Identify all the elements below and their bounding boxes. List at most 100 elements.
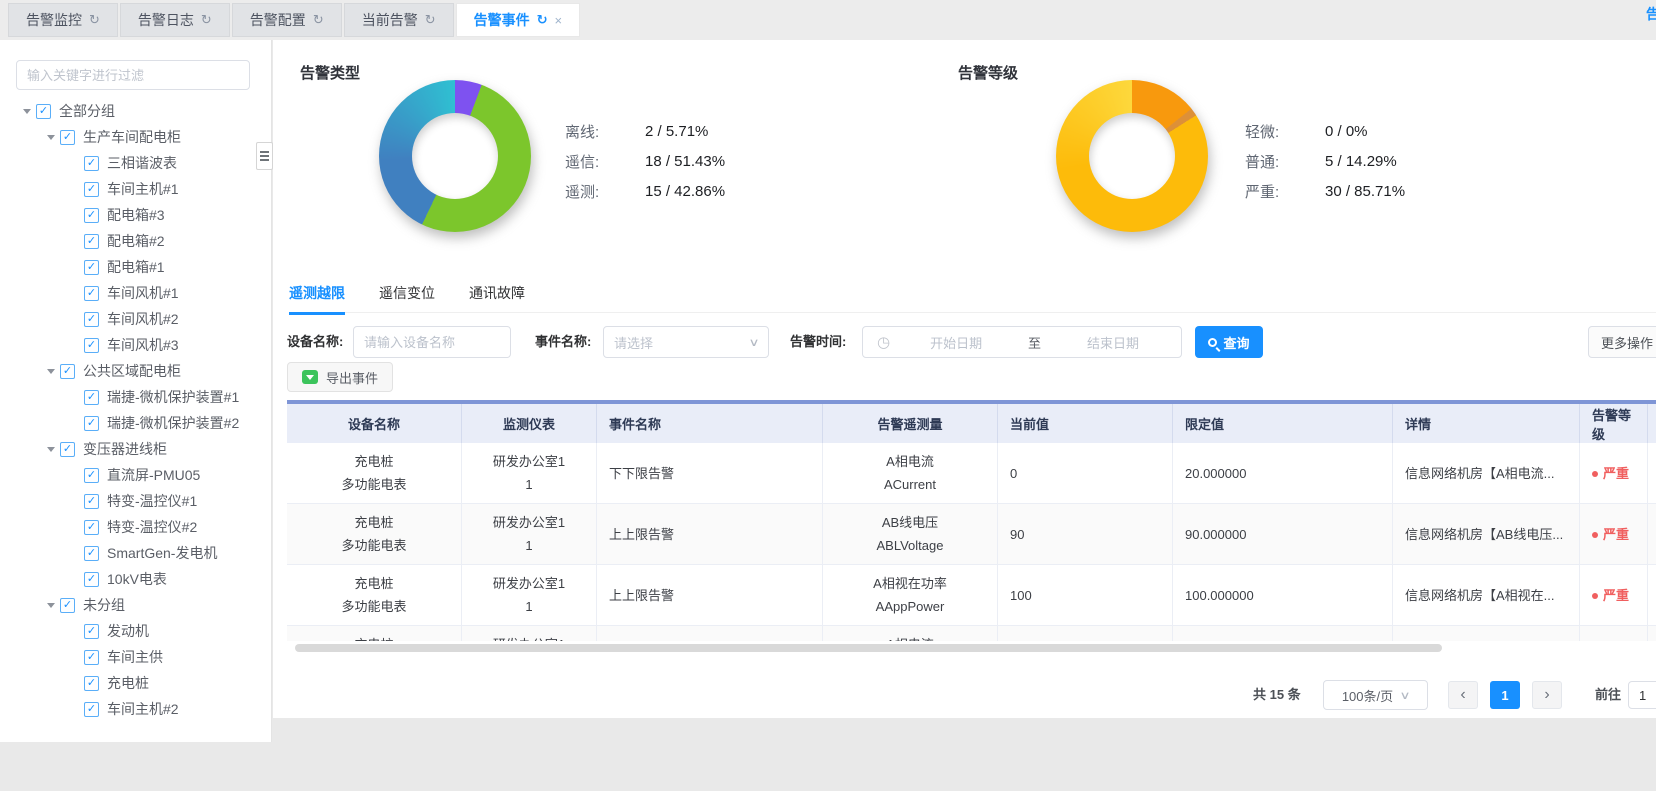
severity-badge: 严重 [1603,588,1629,603]
tree-node[interactable]: 三相谐波表 [0,150,272,176]
tree-node[interactable]: 公共区域配电柜 [0,358,272,384]
table-cell: A相视在功率AAppPower [823,565,998,625]
tree-checkbox[interactable] [84,312,99,327]
tree-node[interactable]: SmartGen-发电机 [0,540,272,566]
tree-node[interactable]: 全部分组 [0,98,272,124]
tree-node[interactable]: 充电桩 [0,670,272,696]
table-cell: 0 [998,626,1173,641]
more-actions-button[interactable]: 更多操作 [1588,326,1656,358]
tree-node-label: 车间主机#2 [107,699,179,719]
tree-node[interactable]: 瑞捷-微机保护装置#2 [0,410,272,436]
tree-checkbox[interactable] [60,364,75,379]
table-cell: 充电桩多功能电表 [287,504,462,564]
legend-label: 轻微: [1245,121,1325,142]
tree-checkbox[interactable] [84,520,99,535]
severity-dot-icon [1592,471,1598,477]
tree-checkbox[interactable] [60,442,75,457]
prev-page-button[interactable]: ‹ [1448,681,1478,709]
tree-node[interactable]: 配电箱#1 [0,254,272,280]
tree-node[interactable]: 车间主供 [0,644,272,670]
refresh-icon[interactable]: ↻ [89,12,100,28]
search-button[interactable]: 查询 [1195,326,1263,358]
event-subtab[interactable]: 遥测越限 [289,283,345,315]
search-icon [1208,338,1217,347]
tree-checkbox[interactable] [84,182,99,197]
refresh-icon[interactable]: ↻ [201,12,212,28]
tree-checkbox[interactable] [84,208,99,223]
tree-checkbox[interactable] [84,650,99,665]
tree-node[interactable]: 特变-温控仪#1 [0,488,272,514]
page-size-select[interactable]: 100条/页 ∨ [1323,680,1428,710]
sidebar-collapse-button[interactable] [256,142,273,170]
tree-checkbox[interactable] [84,624,99,639]
scrollbar-thumb[interactable] [295,644,1442,652]
tree-node[interactable]: 特变-温控仪#2 [0,514,272,540]
next-page-button[interactable]: › [1532,681,1562,709]
tree-checkbox[interactable] [84,416,99,431]
window-tab[interactable]: 告警配置↻ [232,3,342,37]
tree-caret-icon[interactable] [42,599,60,612]
legend-value: 15 / 42.86% [645,183,725,200]
tree-checkbox[interactable] [84,260,99,275]
current-page-button[interactable]: 1 [1490,681,1520,709]
event-subtab[interactable]: 通讯故障 [469,283,525,312]
tree-checkbox[interactable] [84,156,99,171]
device-tree: 全部分组生产车间配电柜三相谐波表车间主机#1配电箱#3配电箱#2配电箱#1车间风… [0,98,272,722]
tree-caret-icon[interactable] [42,365,60,378]
goto-page-input[interactable] [1628,681,1656,709]
tree-caret-icon[interactable] [42,443,60,456]
refresh-icon[interactable]: ↻ [537,12,548,28]
tree-checkbox[interactable] [60,598,75,613]
tree-checkbox[interactable] [84,468,99,483]
tree-checkbox[interactable] [84,286,99,301]
tree-checkbox[interactable] [84,234,99,249]
tree-node[interactable]: 车间风机#1 [0,280,272,306]
date-range-picker[interactable]: ◷ 开始日期 至 结束日期 [862,326,1182,358]
table-cell: 信息网络机房【A相电流... [1393,443,1580,503]
refresh-icon[interactable]: ↻ [313,12,324,28]
tree-node[interactable]: 车间主机#1 [0,176,272,202]
tree-node[interactable]: 发动机 [0,618,272,644]
export-events-button[interactable]: 导出事件 [287,362,393,392]
tree-node-label: 特变-温控仪#2 [107,517,197,537]
window-tab[interactable]: 告警事件↻× [456,3,581,37]
table-cell [1648,626,1656,641]
tree-node[interactable]: 瑞捷-微机保护装置#1 [0,384,272,410]
tree-node[interactable]: 车间风机#3 [0,332,272,358]
tree-caret-icon[interactable] [42,131,60,144]
event-subtab[interactable]: 遥信变位 [379,283,435,312]
tree-node[interactable]: 变压器进线柜 [0,436,272,462]
tree-checkbox[interactable] [84,390,99,405]
tree-checkbox[interactable] [36,104,51,119]
severity-badge: 严重 [1603,466,1629,481]
tree-node-label: 车间风机#3 [107,335,179,355]
tree-checkbox[interactable] [84,546,99,561]
window-tab[interactable]: 告警日志↻ [120,3,230,37]
total-count-label: 共 15 条 [1253,680,1301,710]
tree-node[interactable]: 生产车间配电柜 [0,124,272,150]
severity-cell: 严重 [1580,626,1648,641]
window-tab[interactable]: 当前告警↻ [344,3,454,37]
tree-checkbox[interactable] [84,702,99,717]
donut-hole [1089,113,1175,199]
close-icon[interactable]: × [555,13,563,28]
event-name-select[interactable]: 请选择 ∨ [603,326,769,358]
alarm-level-title: 告警等级 [958,62,1018,83]
tree-checkbox[interactable] [84,494,99,509]
tree-checkbox[interactable] [84,572,99,587]
tree-node[interactable]: 直流屏-PMU05 [0,462,272,488]
tree-node[interactable]: 配电箱#3 [0,202,272,228]
tree-caret-icon[interactable] [18,105,36,118]
tree-checkbox[interactable] [84,676,99,691]
tree-node[interactable]: 10kV电表 [0,566,272,592]
refresh-icon[interactable]: ↻ [425,12,436,28]
tree-checkbox[interactable] [60,130,75,145]
tree-node[interactable]: 车间风机#2 [0,306,272,332]
tree-node[interactable]: 配电箱#2 [0,228,272,254]
device-name-input[interactable] [353,326,511,358]
tree-checkbox[interactable] [84,338,99,353]
tree-filter-input[interactable] [16,60,250,90]
tree-node[interactable]: 车间主机#2 [0,696,272,722]
window-tab[interactable]: 告警监控↻ [8,3,118,37]
tree-node[interactable]: 未分组 [0,592,272,618]
